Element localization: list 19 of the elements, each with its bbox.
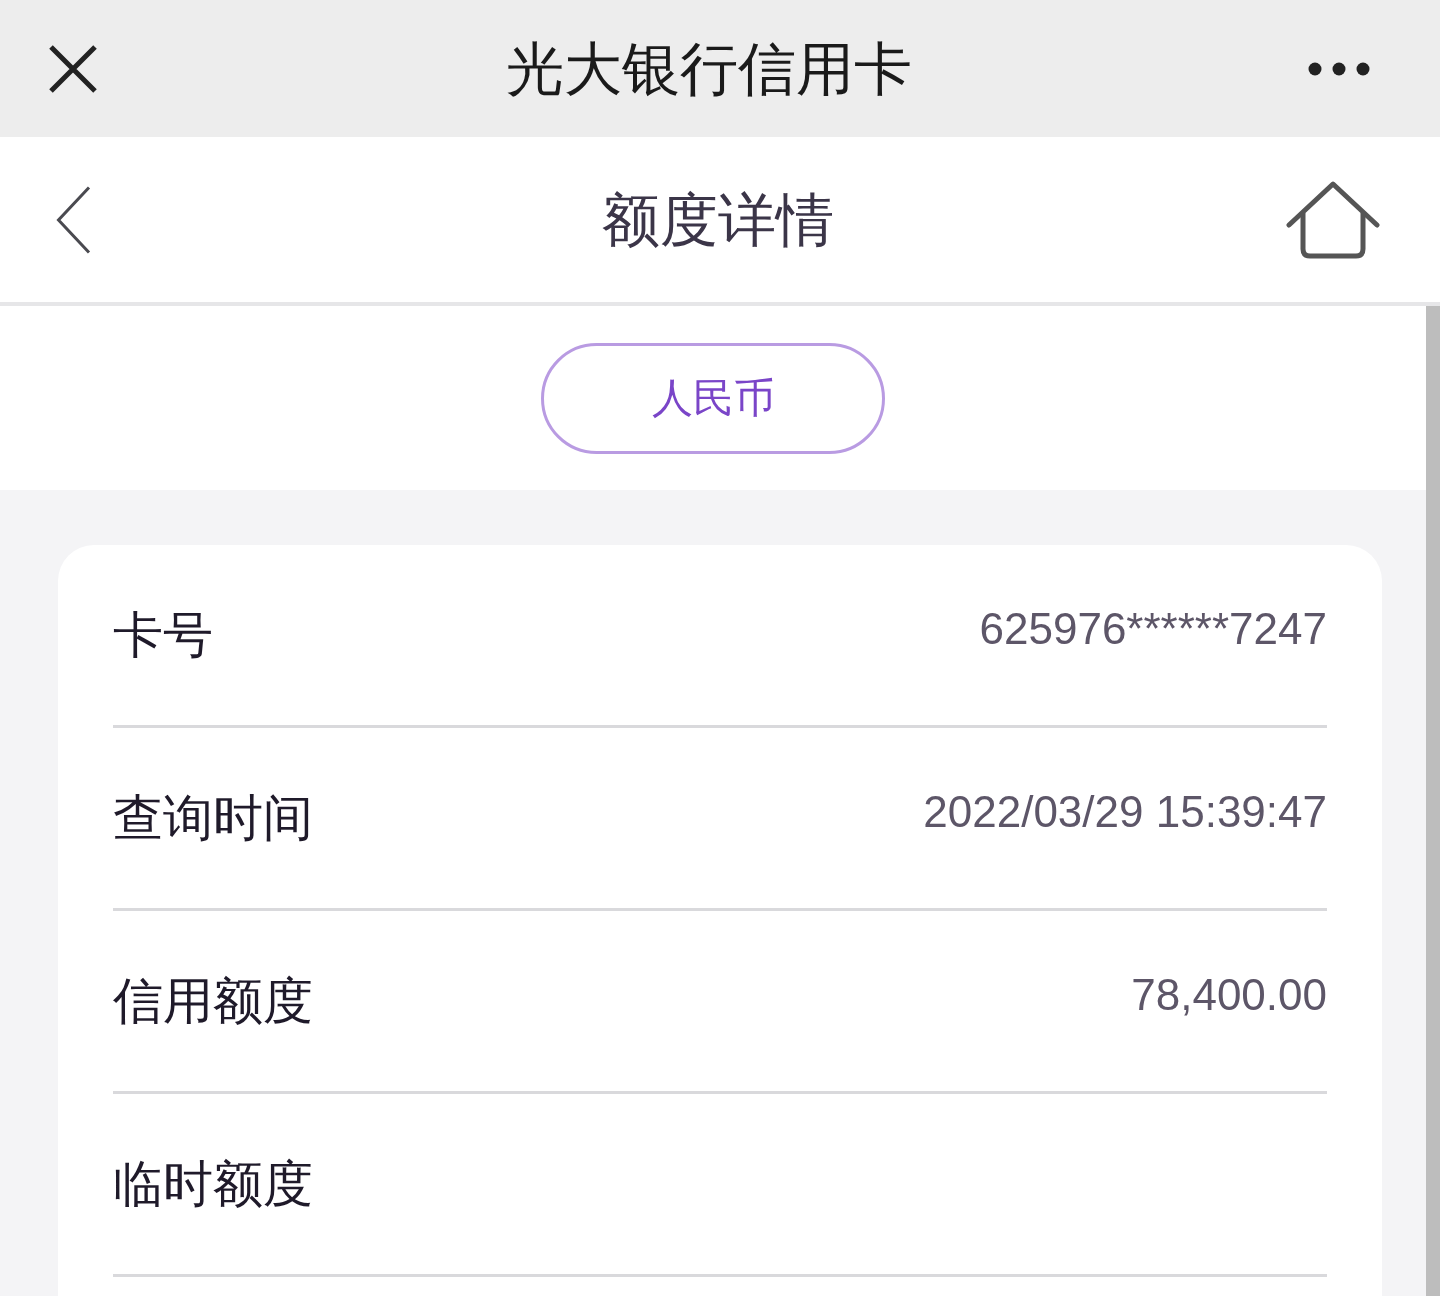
back-icon bbox=[56, 185, 91, 254]
detail-value: 625976******7247 bbox=[979, 604, 1327, 654]
detail-value: 2022/03/29 15:39:47 bbox=[923, 787, 1327, 837]
more-button[interactable] bbox=[1308, 61, 1370, 76]
page-title: 额度详情 bbox=[602, 190, 834, 249]
detail-label: 信用额度 bbox=[113, 970, 313, 1032]
detail-label: 查询时间 bbox=[113, 787, 313, 849]
back-button[interactable] bbox=[56, 185, 91, 254]
detail-value: 78,400.00 bbox=[1131, 970, 1327, 1020]
detail-label: 卡号 bbox=[113, 604, 213, 666]
close-button[interactable] bbox=[48, 44, 98, 93]
app-title: 光大银行信用卡 bbox=[506, 39, 912, 98]
home-button[interactable] bbox=[1286, 180, 1380, 259]
scrollbar[interactable] bbox=[1426, 306, 1440, 1296]
detail-label: 临时额度 bbox=[113, 1153, 313, 1215]
home-icon bbox=[1286, 180, 1380, 259]
currency-tab[interactable]: 人民币 bbox=[541, 342, 885, 454]
more-icon bbox=[1308, 61, 1370, 76]
close-icon bbox=[48, 44, 98, 93]
